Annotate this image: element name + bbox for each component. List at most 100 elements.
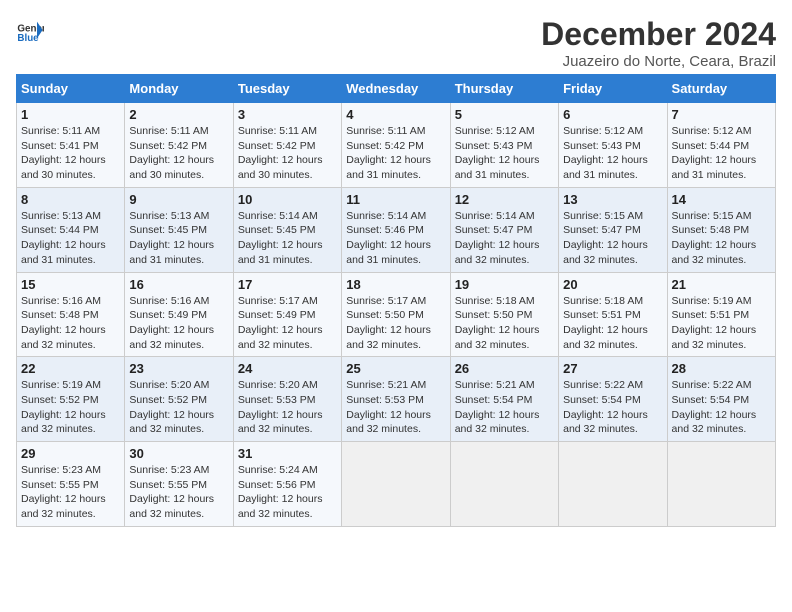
calendar-cell xyxy=(559,442,667,527)
week-row-4: 22 Sunrise: 5:19 AM Sunset: 5:52 PM Dayl… xyxy=(17,357,776,442)
day-number: 5 xyxy=(455,107,554,122)
day-number: 31 xyxy=(238,446,337,461)
day-number: 29 xyxy=(21,446,120,461)
header-row: SundayMondayTuesdayWednesdayThursdayFrid… xyxy=(17,75,776,103)
day-number: 23 xyxy=(129,361,228,376)
day-number: 21 xyxy=(672,277,771,292)
title-block: December 2024 Juazeiro do Norte, Ceara, … xyxy=(541,16,776,70)
day-number: 1 xyxy=(21,107,120,122)
day-number: 25 xyxy=(346,361,445,376)
day-header-saturday: Saturday xyxy=(667,75,775,103)
day-info: Sunrise: 5:20 AM Sunset: 5:52 PM Dayligh… xyxy=(129,378,228,437)
day-info: Sunrise: 5:12 AM Sunset: 5:43 PM Dayligh… xyxy=(455,124,554,183)
calendar-cell: 7 Sunrise: 5:12 AM Sunset: 5:44 PM Dayli… xyxy=(667,103,775,188)
day-info: Sunrise: 5:21 AM Sunset: 5:53 PM Dayligh… xyxy=(346,378,445,437)
day-info: Sunrise: 5:11 AM Sunset: 5:42 PM Dayligh… xyxy=(129,124,228,183)
calendar-cell: 2 Sunrise: 5:11 AM Sunset: 5:42 PM Dayli… xyxy=(125,103,233,188)
calendar-cell: 26 Sunrise: 5:21 AM Sunset: 5:54 PM Dayl… xyxy=(450,357,558,442)
day-info: Sunrise: 5:18 AM Sunset: 5:51 PM Dayligh… xyxy=(563,294,662,353)
day-info: Sunrise: 5:19 AM Sunset: 5:51 PM Dayligh… xyxy=(672,294,771,353)
day-info: Sunrise: 5:11 AM Sunset: 5:42 PM Dayligh… xyxy=(238,124,337,183)
svg-text:Blue: Blue xyxy=(17,33,39,44)
calendar-cell: 1 Sunrise: 5:11 AM Sunset: 5:41 PM Dayli… xyxy=(17,103,125,188)
day-number: 17 xyxy=(238,277,337,292)
calendar-cell: 21 Sunrise: 5:19 AM Sunset: 5:51 PM Dayl… xyxy=(667,272,775,357)
day-info: Sunrise: 5:12 AM Sunset: 5:44 PM Dayligh… xyxy=(672,124,771,183)
logo-icon: General Blue xyxy=(16,16,44,44)
calendar-cell: 13 Sunrise: 5:15 AM Sunset: 5:47 PM Dayl… xyxy=(559,187,667,272)
day-number: 3 xyxy=(238,107,337,122)
day-header-sunday: Sunday xyxy=(17,75,125,103)
day-number: 10 xyxy=(238,192,337,207)
day-number: 6 xyxy=(563,107,662,122)
day-info: Sunrise: 5:15 AM Sunset: 5:47 PM Dayligh… xyxy=(563,209,662,268)
day-info: Sunrise: 5:16 AM Sunset: 5:49 PM Dayligh… xyxy=(129,294,228,353)
calendar-table: SundayMondayTuesdayWednesdayThursdayFrid… xyxy=(16,74,776,527)
calendar-cell: 28 Sunrise: 5:22 AM Sunset: 5:54 PM Dayl… xyxy=(667,357,775,442)
day-info: Sunrise: 5:13 AM Sunset: 5:44 PM Dayligh… xyxy=(21,209,120,268)
calendar-cell: 3 Sunrise: 5:11 AM Sunset: 5:42 PM Dayli… xyxy=(233,103,341,188)
week-row-3: 15 Sunrise: 5:16 AM Sunset: 5:48 PM Dayl… xyxy=(17,272,776,357)
day-number: 24 xyxy=(238,361,337,376)
day-info: Sunrise: 5:15 AM Sunset: 5:48 PM Dayligh… xyxy=(672,209,771,268)
day-info: Sunrise: 5:11 AM Sunset: 5:41 PM Dayligh… xyxy=(21,124,120,183)
day-info: Sunrise: 5:22 AM Sunset: 5:54 PM Dayligh… xyxy=(672,378,771,437)
day-number: 14 xyxy=(672,192,771,207)
day-number: 19 xyxy=(455,277,554,292)
day-info: Sunrise: 5:21 AM Sunset: 5:54 PM Dayligh… xyxy=(455,378,554,437)
calendar-cell: 12 Sunrise: 5:14 AM Sunset: 5:47 PM Dayl… xyxy=(450,187,558,272)
day-info: Sunrise: 5:20 AM Sunset: 5:53 PM Dayligh… xyxy=(238,378,337,437)
calendar-cell: 11 Sunrise: 5:14 AM Sunset: 5:46 PM Dayl… xyxy=(342,187,450,272)
day-info: Sunrise: 5:12 AM Sunset: 5:43 PM Dayligh… xyxy=(563,124,662,183)
week-row-5: 29 Sunrise: 5:23 AM Sunset: 5:55 PM Dayl… xyxy=(17,442,776,527)
day-header-wednesday: Wednesday xyxy=(342,75,450,103)
day-number: 7 xyxy=(672,107,771,122)
day-number: 16 xyxy=(129,277,228,292)
day-number: 9 xyxy=(129,192,228,207)
week-row-1: 1 Sunrise: 5:11 AM Sunset: 5:41 PM Dayli… xyxy=(17,103,776,188)
day-info: Sunrise: 5:14 AM Sunset: 5:47 PM Dayligh… xyxy=(455,209,554,268)
day-info: Sunrise: 5:23 AM Sunset: 5:55 PM Dayligh… xyxy=(129,463,228,522)
calendar-cell: 25 Sunrise: 5:21 AM Sunset: 5:53 PM Dayl… xyxy=(342,357,450,442)
calendar-cell: 10 Sunrise: 5:14 AM Sunset: 5:45 PM Dayl… xyxy=(233,187,341,272)
calendar-cell: 17 Sunrise: 5:17 AM Sunset: 5:49 PM Dayl… xyxy=(233,272,341,357)
calendar-cell: 5 Sunrise: 5:12 AM Sunset: 5:43 PM Dayli… xyxy=(450,103,558,188)
day-info: Sunrise: 5:19 AM Sunset: 5:52 PM Dayligh… xyxy=(21,378,120,437)
calendar-cell: 15 Sunrise: 5:16 AM Sunset: 5:48 PM Dayl… xyxy=(17,272,125,357)
day-number: 20 xyxy=(563,277,662,292)
calendar-cell: 18 Sunrise: 5:17 AM Sunset: 5:50 PM Dayl… xyxy=(342,272,450,357)
day-info: Sunrise: 5:17 AM Sunset: 5:49 PM Dayligh… xyxy=(238,294,337,353)
calendar-cell xyxy=(342,442,450,527)
day-number: 26 xyxy=(455,361,554,376)
day-header-tuesday: Tuesday xyxy=(233,75,341,103)
day-number: 2 xyxy=(129,107,228,122)
page-header: General Blue December 2024 Juazeiro do N… xyxy=(16,16,776,70)
day-info: Sunrise: 5:16 AM Sunset: 5:48 PM Dayligh… xyxy=(21,294,120,353)
calendar-cell xyxy=(667,442,775,527)
day-number: 28 xyxy=(672,361,771,376)
calendar-cell xyxy=(450,442,558,527)
week-row-2: 8 Sunrise: 5:13 AM Sunset: 5:44 PM Dayli… xyxy=(17,187,776,272)
month-title: December 2024 xyxy=(541,16,776,53)
day-info: Sunrise: 5:13 AM Sunset: 5:45 PM Dayligh… xyxy=(129,209,228,268)
calendar-cell: 22 Sunrise: 5:19 AM Sunset: 5:52 PM Dayl… xyxy=(17,357,125,442)
logo: General Blue xyxy=(16,16,44,44)
calendar-cell: 6 Sunrise: 5:12 AM Sunset: 5:43 PM Dayli… xyxy=(559,103,667,188)
calendar-cell: 16 Sunrise: 5:16 AM Sunset: 5:49 PM Dayl… xyxy=(125,272,233,357)
calendar-cell: 14 Sunrise: 5:15 AM Sunset: 5:48 PM Dayl… xyxy=(667,187,775,272)
calendar-cell: 31 Sunrise: 5:24 AM Sunset: 5:56 PM Dayl… xyxy=(233,442,341,527)
day-info: Sunrise: 5:14 AM Sunset: 5:45 PM Dayligh… xyxy=(238,209,337,268)
day-number: 8 xyxy=(21,192,120,207)
day-header-friday: Friday xyxy=(559,75,667,103)
calendar-cell: 4 Sunrise: 5:11 AM Sunset: 5:42 PM Dayli… xyxy=(342,103,450,188)
day-header-monday: Monday xyxy=(125,75,233,103)
day-number: 18 xyxy=(346,277,445,292)
day-header-thursday: Thursday xyxy=(450,75,558,103)
day-info: Sunrise: 5:23 AM Sunset: 5:55 PM Dayligh… xyxy=(21,463,120,522)
calendar-cell: 19 Sunrise: 5:18 AM Sunset: 5:50 PM Dayl… xyxy=(450,272,558,357)
location-subtitle: Juazeiro do Norte, Ceara, Brazil xyxy=(541,53,776,70)
day-number: 11 xyxy=(346,192,445,207)
day-number: 4 xyxy=(346,107,445,122)
calendar-cell: 30 Sunrise: 5:23 AM Sunset: 5:55 PM Dayl… xyxy=(125,442,233,527)
calendar-cell: 29 Sunrise: 5:23 AM Sunset: 5:55 PM Dayl… xyxy=(17,442,125,527)
